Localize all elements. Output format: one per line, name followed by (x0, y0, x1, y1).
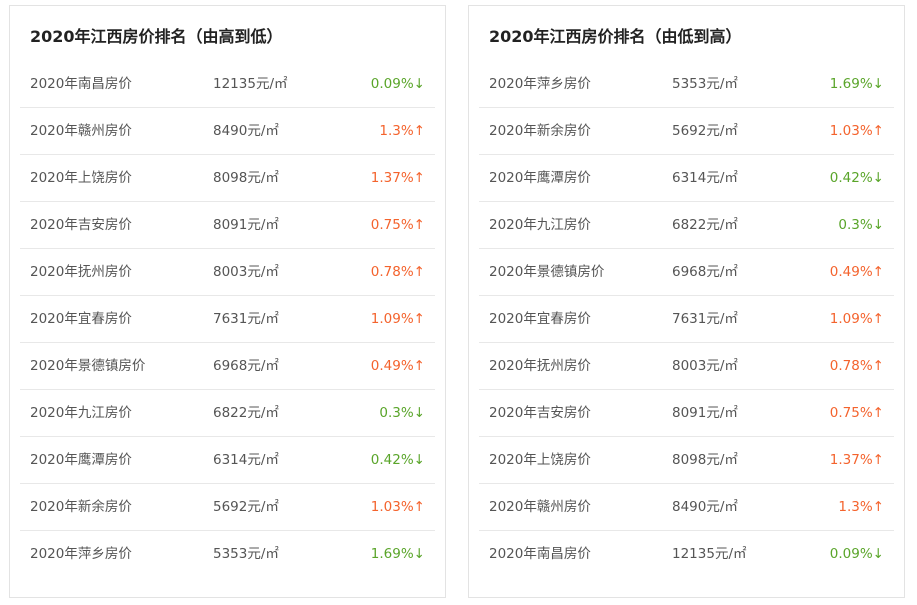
city-label[interactable]: 2020年南昌房价 (30, 61, 132, 108)
city-label[interactable]: 2020年上饶房价 (489, 437, 591, 484)
change-value: 1.69%↓ (370, 546, 425, 562)
list-item[interactable]: 2020年萍乡房价 5353元/㎡ 1.69%↓ (20, 531, 435, 578)
price-value: 6314元/㎡ (672, 170, 738, 186)
list-item[interactable]: 2020年南昌房价 12135元/㎡ 0.09%↓ (479, 531, 894, 578)
list-item[interactable]: 2020年吉安房价 8091元/㎡ 0.75%↑ (20, 202, 435, 249)
change-value: 1.09%↑ (370, 311, 425, 327)
change-value: 1.09%↑ (829, 311, 884, 327)
city-label[interactable]: 2020年上饶房价 (30, 155, 132, 202)
list-item[interactable]: 2020年新余房价 5692元/㎡ 1.03%↑ (20, 484, 435, 531)
change-value: 1.69%↓ (829, 76, 884, 92)
list-item[interactable]: 2020年鹰潭房价 6314元/㎡ 0.42%↓ (479, 155, 894, 202)
change-value: 0.78%↑ (370, 264, 425, 280)
price-value: 7631元/㎡ (213, 311, 279, 327)
list-item[interactable]: 2020年宜春房价 7631元/㎡ 1.09%↑ (20, 296, 435, 343)
list-item[interactable]: 2020年上饶房价 8098元/㎡ 1.37%↑ (20, 155, 435, 202)
list-item[interactable]: 2020年萍乡房价 5353元/㎡ 1.69%↓ (479, 61, 894, 108)
change-value: 0.42%↓ (370, 452, 425, 468)
city-label[interactable]: 2020年九江房价 (30, 390, 132, 437)
price-value: 8091元/㎡ (213, 217, 279, 233)
list-item[interactable]: 2020年鹰潭房价 6314元/㎡ 0.42%↓ (20, 437, 435, 484)
change-value: 0.42%↓ (829, 170, 884, 186)
change-value: 0.49%↑ (829, 264, 884, 280)
list-item[interactable]: 2020年赣州房价 8490元/㎡ 1.3%↑ (479, 484, 894, 531)
list-item[interactable]: 2020年景德镇房价 6968元/㎡ 0.49%↑ (479, 249, 894, 296)
price-value: 8091元/㎡ (672, 405, 738, 421)
price-value: 8003元/㎡ (672, 358, 738, 374)
city-label[interactable]: 2020年萍乡房价 (30, 531, 132, 578)
city-label[interactable]: 2020年赣州房价 (30, 108, 132, 155)
price-value: 8490元/㎡ (672, 499, 738, 515)
list-item[interactable]: 2020年南昌房价 12135元/㎡ 0.09%↓ (20, 61, 435, 108)
city-label[interactable]: 2020年抚州房价 (489, 343, 591, 390)
list-item[interactable]: 2020年赣州房价 8490元/㎡ 1.3%↑ (20, 108, 435, 155)
city-label[interactable]: 2020年南昌房价 (489, 531, 591, 578)
list-item[interactable]: 2020年新余房价 5692元/㎡ 1.03%↑ (479, 108, 894, 155)
change-value: 1.37%↑ (370, 170, 425, 186)
change-value: 1.3%↑ (379, 123, 425, 139)
list-item[interactable]: 2020年抚州房价 8003元/㎡ 0.78%↑ (20, 249, 435, 296)
city-label[interactable]: 2020年景德镇房价 (30, 343, 145, 390)
city-label[interactable]: 2020年九江房价 (489, 202, 591, 249)
city-label[interactable]: 2020年宜春房价 (489, 296, 591, 343)
price-value: 12135元/㎡ (672, 546, 747, 562)
city-label[interactable]: 2020年宜春房价 (30, 296, 132, 343)
price-value: 5353元/㎡ (672, 76, 738, 92)
change-value: 0.3%↓ (838, 217, 884, 233)
city-label[interactable]: 2020年吉安房价 (30, 202, 132, 249)
change-value: 0.78%↑ (829, 358, 884, 374)
price-value: 6968元/㎡ (213, 358, 279, 374)
price-value: 8098元/㎡ (672, 452, 738, 468)
city-label[interactable]: 2020年萍乡房价 (489, 61, 591, 108)
list-item[interactable]: 2020年九江房价 6822元/㎡ 0.3%↓ (20, 390, 435, 437)
price-value: 8098元/㎡ (213, 170, 279, 186)
city-label[interactable]: 2020年新余房价 (30, 484, 132, 531)
change-value: 0.75%↑ (370, 217, 425, 233)
change-value: 0.49%↑ (370, 358, 425, 374)
city-label[interactable]: 2020年新余房价 (489, 108, 591, 155)
price-value: 5692元/㎡ (672, 123, 738, 139)
change-value: 0.09%↓ (829, 546, 884, 562)
list-item[interactable]: 2020年上饶房价 8098元/㎡ 1.37%↑ (479, 437, 894, 484)
list-item[interactable]: 2020年景德镇房价 6968元/㎡ 0.49%↑ (20, 343, 435, 390)
change-value: 0.75%↑ (829, 405, 884, 421)
ranking-list: 2020年萍乡房价 5353元/㎡ 1.69%↓ 2020年新余房价 5692元/㎡ 1.… (479, 61, 894, 578)
city-label[interactable]: 2020年景德镇房价 (489, 249, 604, 296)
price-value: 6314元/㎡ (213, 452, 279, 468)
change-value: 1.03%↑ (370, 499, 425, 515)
price-value: 12135元/㎡ (213, 76, 288, 92)
price-value: 6822元/㎡ (213, 405, 279, 421)
city-label[interactable]: 2020年鹰潭房价 (30, 437, 132, 484)
price-value: 5692元/㎡ (213, 499, 279, 515)
change-value: 0.3%↓ (379, 405, 425, 421)
price-value: 8490元/㎡ (213, 123, 279, 139)
ranking-panel-low-to-high: 2020年江西房价排名（由低到高） 2020年萍乡房价 5353元/㎡ 1.69%↓… (468, 5, 905, 598)
list-item[interactable]: 2020年抚州房价 8003元/㎡ 0.78%↑ (479, 343, 894, 390)
list-item[interactable]: 2020年吉安房价 8091元/㎡ 0.75%↑ (479, 390, 894, 437)
price-value: 8003元/㎡ (213, 264, 279, 280)
change-value: 1.03%↑ (829, 123, 884, 139)
city-label[interactable]: 2020年鹰潭房价 (489, 155, 591, 202)
city-label[interactable]: 2020年吉安房价 (489, 390, 591, 437)
change-value: 1.37%↑ (829, 452, 884, 468)
list-item[interactable]: 2020年宜春房价 7631元/㎡ 1.09%↑ (479, 296, 894, 343)
city-label[interactable]: 2020年赣州房价 (489, 484, 591, 531)
price-value: 6822元/㎡ (672, 217, 738, 233)
change-value: 1.3%↑ (838, 499, 884, 515)
change-value: 0.09%↓ (370, 76, 425, 92)
ranking-panel-high-to-low: 2020年江西房价排名（由高到低） 2020年南昌房价 12135元/㎡ 0.09%… (9, 5, 446, 598)
price-value: 7631元/㎡ (672, 311, 738, 327)
list-item[interactable]: 2020年九江房价 6822元/㎡ 0.3%↓ (479, 202, 894, 249)
ranking-list: 2020年南昌房价 12135元/㎡ 0.09%↓ 2020年赣州房价 8490元/㎡ 1… (20, 61, 435, 578)
price-value: 5353元/㎡ (213, 546, 279, 562)
panel-title: 2020年江西房价排名（由高到低） (30, 27, 283, 46)
price-value: 6968元/㎡ (672, 264, 738, 280)
city-label[interactable]: 2020年抚州房价 (30, 249, 132, 296)
panel-title: 2020年江西房价排名（由低到高） (489, 27, 742, 46)
